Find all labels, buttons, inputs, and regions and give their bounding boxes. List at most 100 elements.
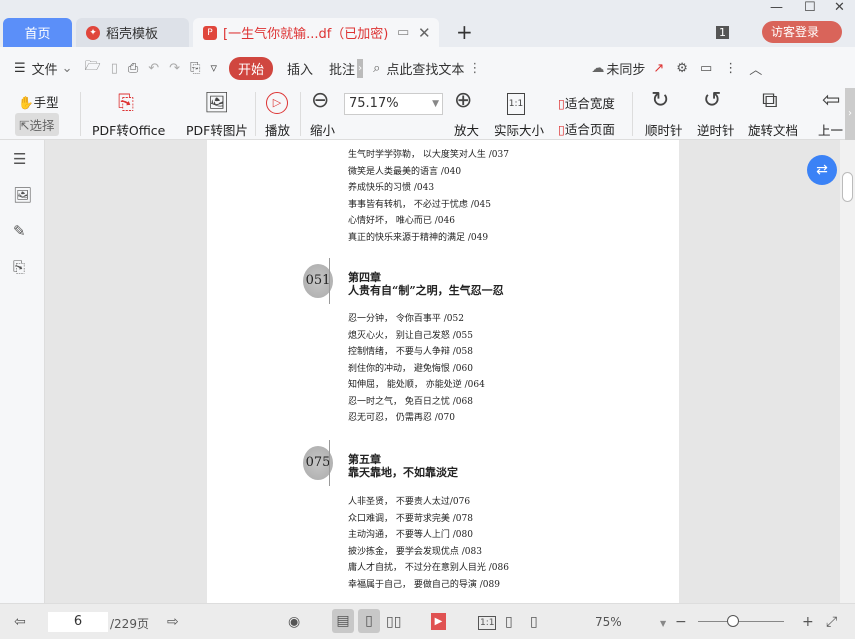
label: 适合宽度 bbox=[564, 96, 615, 111]
tab-label: 首页 bbox=[24, 27, 51, 42]
outline-icon[interactable]: ☰ bbox=[13, 150, 26, 168]
pdf-to-image-button[interactable]: PDF转图片 bbox=[186, 120, 248, 139]
rotate-document-button[interactable]: 旋转文档 bbox=[748, 120, 798, 139]
play-button[interactable]: 播放 bbox=[265, 120, 290, 139]
pdf-page: 生气时学学弥勒， 以大度笑对人生 /037 微笑是人类最美的语言 /040 养成快乐… bbox=[207, 140, 679, 603]
fullscreen-icon[interactable]: ⤢ bbox=[826, 614, 837, 630]
tab-start[interactable]: 开始 bbox=[229, 56, 274, 80]
open-icon[interactable]: 🗁 bbox=[85, 57, 101, 79]
tab-annotate[interactable]: 批注 bbox=[329, 59, 355, 78]
rotate-counterclockwise-button[interactable]: 逆时针 bbox=[697, 120, 735, 139]
sync-status[interactable]: 未同步 bbox=[606, 59, 645, 78]
toc-entry: 庸人才自扰， 不过分在意别人目光 /086 bbox=[348, 563, 509, 573]
play-icon: ▷ bbox=[266, 92, 288, 114]
save-icon[interactable]: ▯ bbox=[111, 61, 118, 76]
continuous-view-icon[interactable]: ▤ bbox=[332, 609, 354, 633]
page-input[interactable]: 6 bbox=[48, 612, 108, 632]
file-menu[interactable]: 文件 bbox=[32, 59, 58, 78]
minimize-icon[interactable]: — bbox=[770, 0, 783, 15]
fit-width-icon[interactable]: ▯ bbox=[530, 614, 538, 630]
single-page-icon[interactable]: ▯ bbox=[358, 609, 380, 633]
tab-home[interactable]: 首页 bbox=[3, 18, 72, 47]
toc-entry: 微笑是人类最美的语言 /040 bbox=[348, 166, 462, 177]
rotate-clockwise-icon: ↻ bbox=[651, 88, 670, 113]
zoom-slider[interactable] bbox=[698, 621, 784, 622]
play-icon[interactable]: ▶ bbox=[431, 613, 446, 630]
menu-icon[interactable]: ☰ bbox=[14, 61, 26, 76]
window-count[interactable]: 1 bbox=[716, 26, 729, 39]
previous-button[interactable]: 上一 bbox=[818, 120, 843, 139]
select-tool[interactable]: ⇱选择 bbox=[15, 113, 59, 136]
zoom-input[interactable]: 75.17% ▼ bbox=[344, 93, 443, 115]
next-page-icon[interactable]: ⇨ bbox=[167, 614, 179, 630]
maximize-icon[interactable]: ☐ bbox=[804, 0, 816, 15]
new-tab-button[interactable]: + bbox=[456, 20, 473, 44]
zoom-out-button[interactable]: − bbox=[675, 614, 687, 630]
print-icon[interactable]: ⎙ bbox=[128, 61, 138, 76]
image-icon: 🖼 bbox=[204, 90, 230, 114]
eye-protection-icon[interactable]: ◉ bbox=[288, 614, 300, 630]
actual-size-button[interactable]: 实际大小 bbox=[494, 120, 544, 139]
floating-convert-button[interactable]: ⇄ bbox=[807, 155, 837, 185]
export-icon[interactable]: ⎘ bbox=[190, 61, 200, 76]
tab-insert[interactable]: 插入 bbox=[287, 59, 313, 78]
comment-icon[interactable]: ▭ bbox=[700, 61, 712, 76]
vertical-scrollbar[interactable] bbox=[840, 140, 855, 603]
scroll-thumb[interactable] bbox=[842, 172, 853, 202]
chevron-down-icon[interactable]: ▼ bbox=[432, 99, 439, 109]
search-input[interactable]: 点此查找文本 bbox=[386, 59, 464, 78]
zoom-out-button[interactable]: 缩小 bbox=[310, 120, 335, 139]
more-icon[interactable]: ⋮ bbox=[468, 61, 481, 76]
undo-icon[interactable]: ↶ bbox=[148, 61, 159, 76]
tab-template[interactable]: ✦ 稻壳模板 bbox=[76, 18, 189, 47]
close-icon[interactable]: ✕ bbox=[418, 24, 431, 42]
fit-page-icon[interactable]: ▯ bbox=[505, 614, 513, 630]
ribbon: ✋手型 ⇱选择 ⎘ PDF转Office 🖼 PDF转图片 ▷ 播放 ⊖ 缩小 … bbox=[0, 88, 855, 140]
zoom-in-button[interactable]: + bbox=[802, 614, 814, 630]
more-dropdown-icon[interactable]: ▿ bbox=[210, 61, 217, 76]
rotate-clockwise-button[interactable]: 顺时针 bbox=[645, 120, 683, 139]
more-vert-icon[interactable]: ⋮ bbox=[724, 61, 737, 76]
fit-page-button[interactable]: ▯适合页面 bbox=[558, 119, 615, 138]
toc-entry: 熄灭心火， 别让自己发怒 /055 bbox=[348, 330, 473, 341]
toc-entry: 生气时学学弥勒， 以大度笑对人生 /037 bbox=[348, 150, 509, 160]
tab-document[interactable]: P [一生气你就输...df（已加密) ▭ ✕ bbox=[193, 18, 439, 47]
chapter-title: 靠天靠地，不如靠淡定 bbox=[348, 466, 458, 479]
divider bbox=[255, 92, 256, 136]
signature-icon[interactable]: ⎘ bbox=[13, 258, 25, 276]
zoom-out-icon[interactable]: ⊖ bbox=[311, 90, 329, 112]
collapse-icon[interactable]: ︿ bbox=[749, 59, 762, 78]
fit-width-button[interactable]: ▯适合宽度 bbox=[558, 93, 615, 112]
toc-entry: 养成快乐的习惯 /043 bbox=[348, 183, 435, 193]
cloud-icon: ☁ bbox=[591, 60, 605, 76]
page-total: /229页 bbox=[110, 617, 149, 631]
chevron-down-icon[interactable]: ⌄ bbox=[62, 61, 73, 76]
actual-size-icon[interactable]: 1:1 bbox=[478, 616, 497, 630]
zoom-value: 75.17% bbox=[349, 96, 399, 111]
toc-entry: 忍一时之气， 免百日之忧 /068 bbox=[348, 396, 473, 407]
fit-width-icon: ▯ bbox=[558, 96, 565, 111]
pdf-to-office-button[interactable]: PDF转Office bbox=[92, 120, 165, 139]
zoom-in-icon[interactable]: ⊕ bbox=[454, 90, 472, 112]
ribbon-scroll-right[interactable]: › bbox=[845, 88, 855, 140]
hand-tool[interactable]: ✋手型 bbox=[18, 92, 59, 111]
main-toolbar: ☰ 文件 ⌄ 🗁 ▯ ⎙ ↶ ↷ ⎘ ▿ 开始 插入 批注 › ⌕ 点此查找文本… bbox=[0, 47, 855, 89]
close-window-icon[interactable]: ✕ bbox=[834, 0, 845, 15]
zoom-level[interactable]: 75% bbox=[595, 615, 622, 629]
redo-icon[interactable]: ↷ bbox=[169, 61, 180, 76]
pin-icon[interactable]: ▭ bbox=[397, 25, 409, 40]
annotation-icon[interactable]: ✎ bbox=[13, 222, 26, 240]
gear-icon[interactable]: ⚙ bbox=[676, 61, 688, 76]
label: 手型 bbox=[33, 95, 59, 110]
zoom-slider-handle[interactable] bbox=[727, 615, 739, 627]
thumbnail-icon[interactable]: 🖼 bbox=[13, 186, 32, 204]
tab-label: [一生气你就输...df（已加密) bbox=[223, 27, 389, 42]
prev-page-icon[interactable]: ⇦ bbox=[14, 614, 26, 630]
login-button[interactable]: 访客登录 bbox=[762, 21, 842, 43]
zoom-in-button[interactable]: 放大 bbox=[454, 120, 479, 139]
pdf-to-office-icon: ⎘ bbox=[118, 90, 134, 114]
tabs-scroll-right[interactable]: › bbox=[357, 58, 364, 78]
two-page-icon[interactable]: ▯▯ bbox=[386, 614, 401, 630]
chevron-down-icon[interactable]: ▼ bbox=[660, 619, 666, 628]
share-icon[interactable]: ↗ bbox=[653, 61, 664, 76]
